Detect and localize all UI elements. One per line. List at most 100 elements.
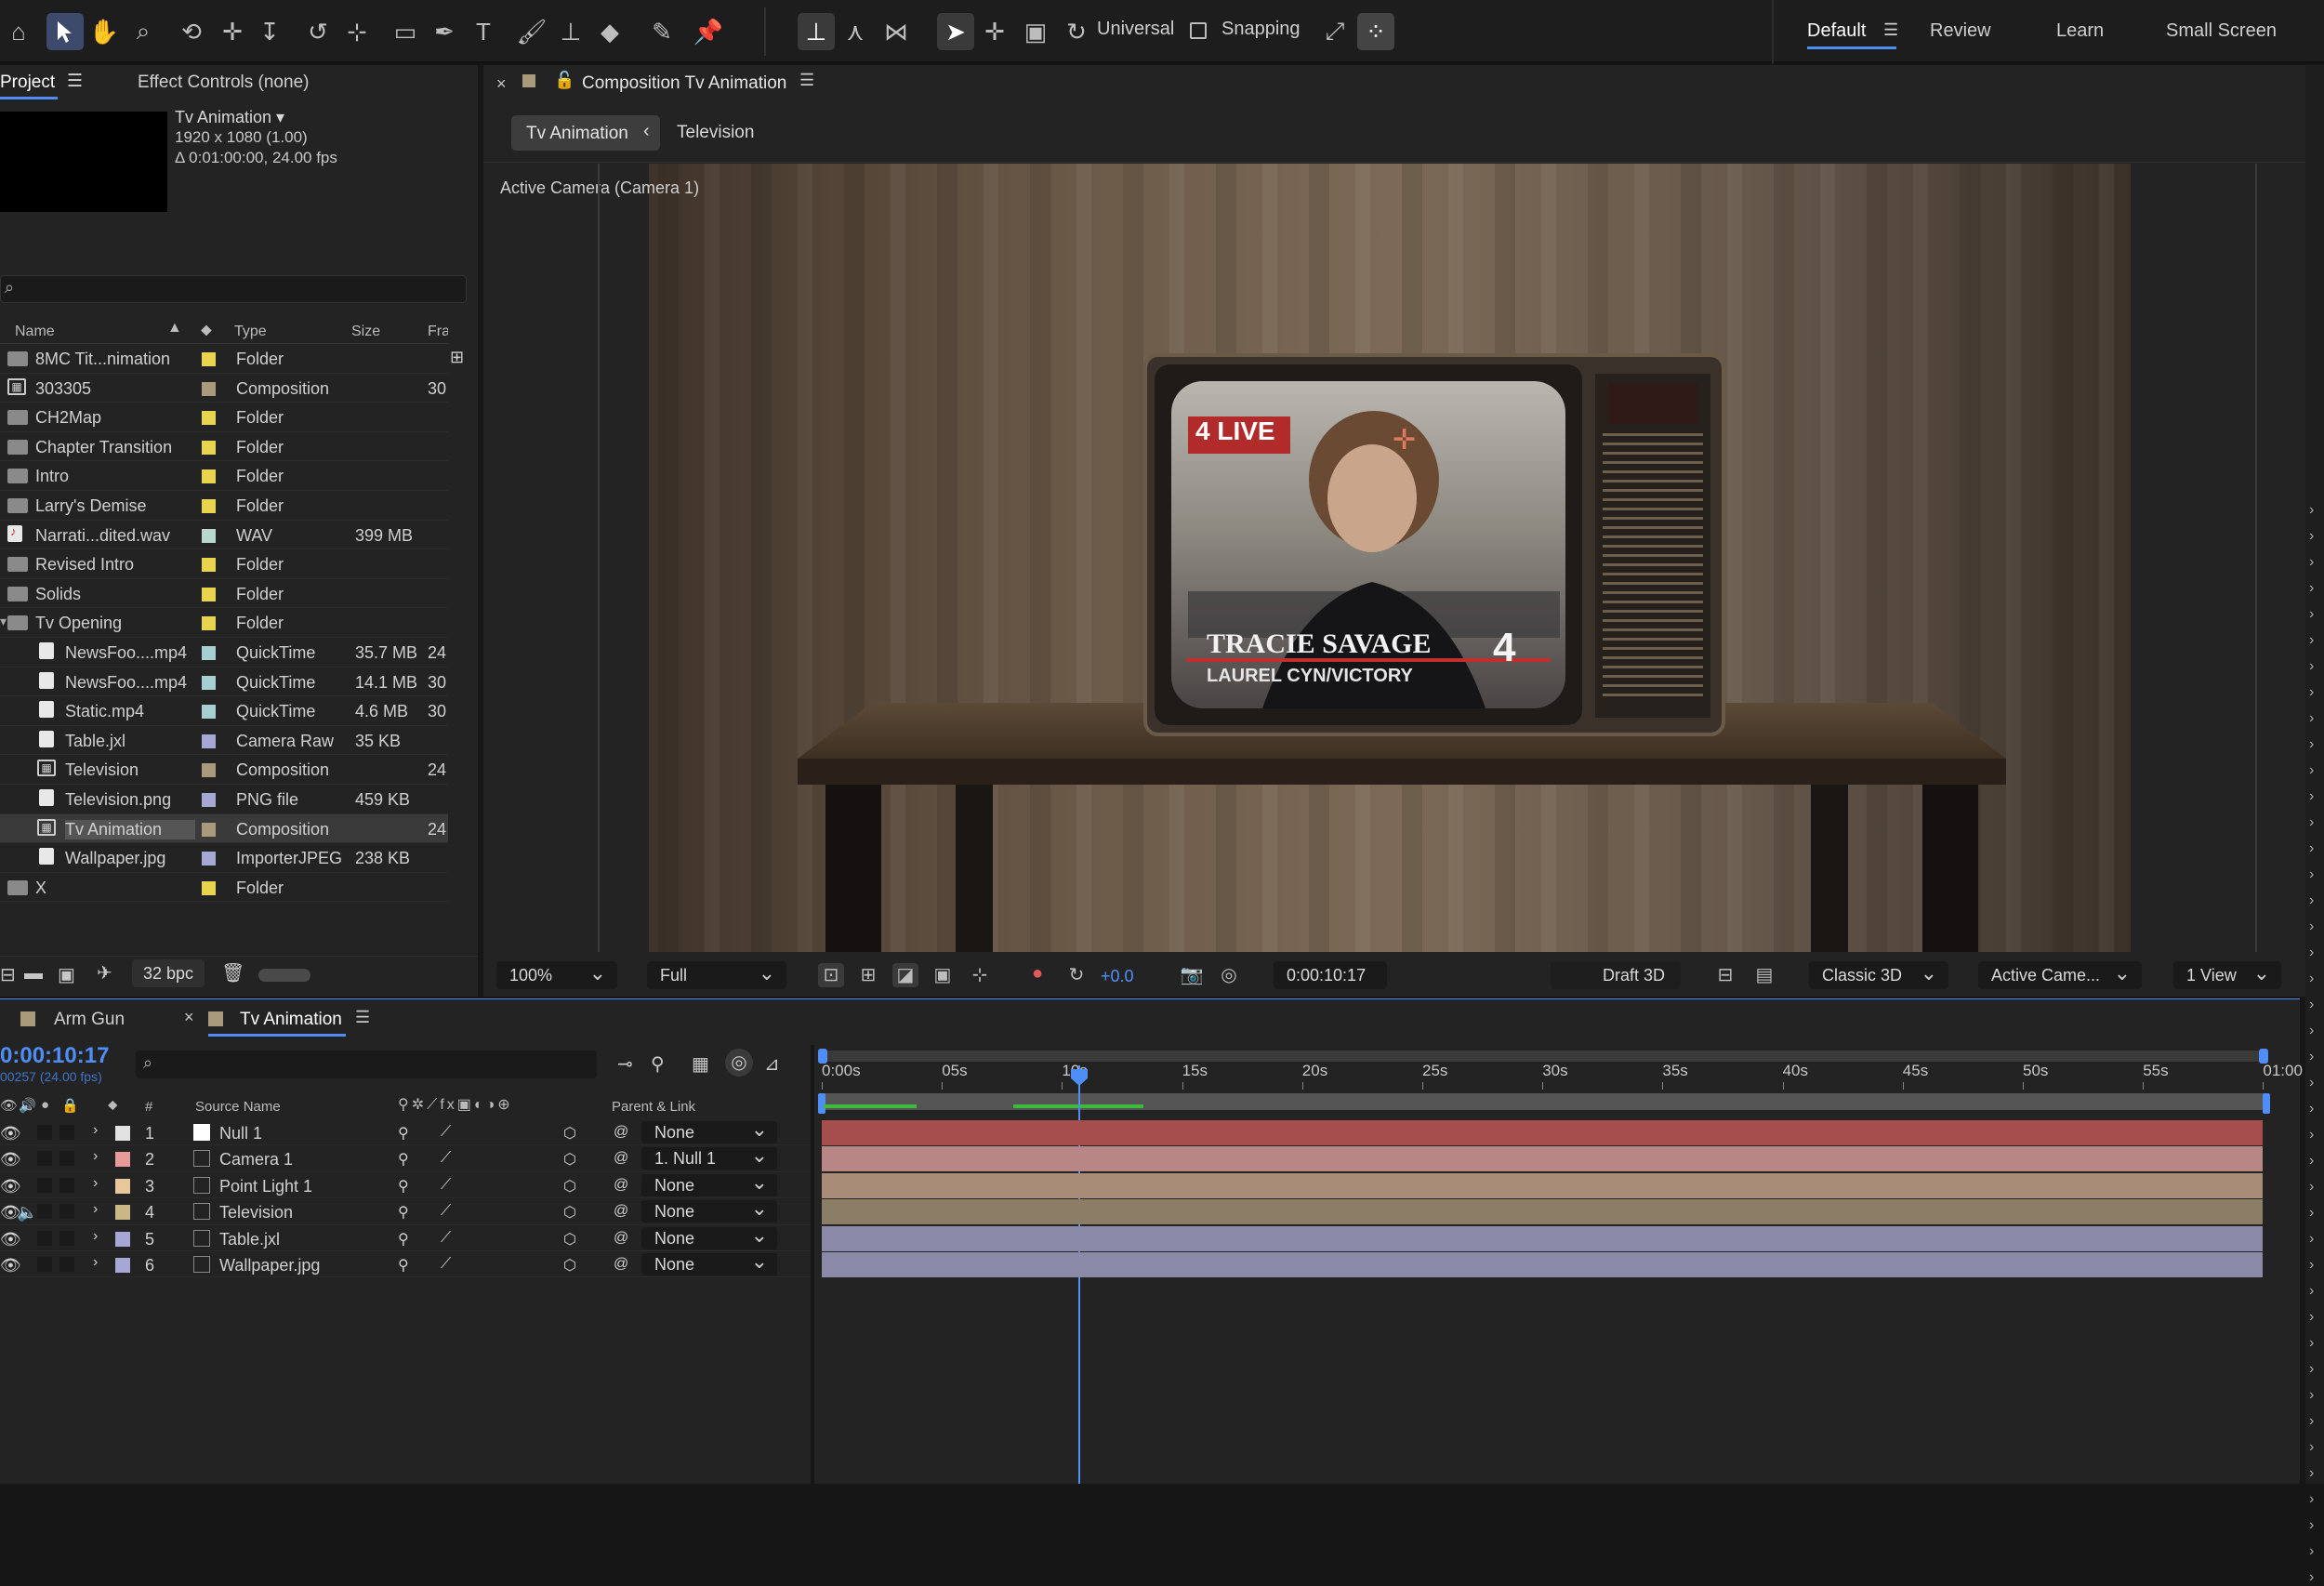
snapping-checkbox[interactable] bbox=[1190, 22, 1207, 39]
label-swatch[interactable] bbox=[202, 616, 216, 631]
snapshot-camera-icon[interactable]: 📷 bbox=[1179, 963, 1205, 987]
shy-switch-icon[interactable]: ⚲ bbox=[398, 1203, 409, 1222]
chevron-right-icon[interactable]: › bbox=[2309, 1543, 2314, 1560]
eraser-tool-icon[interactable]: ◆ bbox=[591, 13, 628, 50]
project-item[interactable]: CH2Map Folder bbox=[0, 403, 448, 432]
workspace-default[interactable]: Default bbox=[1807, 20, 1866, 42]
label-swatch[interactable] bbox=[202, 646, 216, 660]
pick-whip-icon[interactable]: @ bbox=[614, 1230, 628, 1247]
lock-box[interactable] bbox=[59, 1204, 74, 1220]
pick-whip-icon[interactable]: @ bbox=[614, 1256, 628, 1273]
lock-box[interactable] bbox=[59, 1151, 74, 1167]
chevron-right-icon[interactable]: › bbox=[2309, 1179, 2314, 1196]
expand-chevron-icon[interactable]: › bbox=[93, 1228, 98, 1245]
3d-layer-switch-icon[interactable]: ⬡ bbox=[563, 1256, 576, 1275]
chevron-right-icon[interactable]: › bbox=[2309, 1387, 2314, 1404]
show-snapshot-icon[interactable]: ◎ bbox=[1216, 963, 1242, 987]
shy-switch-icon[interactable]: ⚲ bbox=[398, 1256, 409, 1275]
shy-switch-icon[interactable]: ⚲ bbox=[398, 1150, 409, 1169]
home-icon[interactable]: ⌂ bbox=[0, 13, 37, 50]
chevron-right-icon[interactable]: › bbox=[2309, 866, 2314, 883]
chevron-right-icon[interactable]: › bbox=[2309, 1517, 2314, 1534]
label-swatch[interactable] bbox=[202, 499, 216, 513]
label-swatch[interactable] bbox=[202, 469, 216, 484]
resolution-dropdown[interactable]: Full bbox=[647, 961, 786, 989]
label-swatch[interactable] bbox=[202, 734, 216, 748]
timeline-menu-icon[interactable]: ☰ bbox=[355, 1008, 370, 1027]
local-axis-icon[interactable]: ⋏ bbox=[837, 13, 874, 50]
new-composition-icon[interactable]: ▣ bbox=[58, 963, 75, 986]
quality-switch-icon[interactable]: ⟋ bbox=[441, 1230, 451, 1247]
crumb-television[interactable]: Television bbox=[677, 123, 754, 143]
audio-speaker-icon[interactable]: 🔈 bbox=[17, 1203, 37, 1223]
col-frame-rate[interactable]: Frame R bbox=[428, 324, 448, 340]
draft-3d-button[interactable]: Draft 3D bbox=[1551, 961, 1681, 989]
lock-box[interactable] bbox=[59, 1125, 74, 1140]
collapsed-right-panel[interactable]: › › › › › › › › › › › › › › › › › › › › › › › › › › › › › › › › › › › › › › › ›… bbox=[2305, 65, 2324, 1585]
chevron-right-icon[interactable]: › bbox=[2309, 1283, 2314, 1300]
label-swatch[interactable] bbox=[202, 587, 216, 601]
lock-box[interactable] bbox=[59, 1230, 74, 1246]
layer-name[interactable]: Camera 1 bbox=[219, 1150, 293, 1170]
label-swatch[interactable] bbox=[202, 880, 216, 895]
dolly-camera-icon[interactable]: ↧ bbox=[251, 13, 288, 50]
zoom-tool-icon[interactable]: ⌕ bbox=[125, 13, 162, 50]
chevron-right-icon[interactable]: › bbox=[2309, 736, 2314, 753]
project-item[interactable]: Television.png PNG file 459 KB bbox=[0, 785, 448, 814]
3d-layer-switch-icon[interactable]: ⬡ bbox=[563, 1150, 576, 1169]
chevron-right-icon[interactable]: › bbox=[2309, 1153, 2314, 1170]
chevron-right-icon[interactable]: › bbox=[2309, 1023, 2314, 1039]
tab-effect-controls[interactable]: Effect Controls (none) bbox=[138, 73, 309, 93]
clone-stamp-icon[interactable]: ⊥ bbox=[552, 13, 589, 50]
null-anchor-crosshair-icon[interactable]: ✛ bbox=[1393, 424, 1416, 456]
chevron-right-icon[interactable]: › bbox=[2309, 502, 2314, 519]
lock-box[interactable] bbox=[59, 1177, 74, 1193]
label-swatch[interactable] bbox=[202, 352, 216, 366]
col-parent-link[interactable]: Parent & Link bbox=[612, 1099, 695, 1115]
position-gizmo-icon[interactable]: ✛ bbox=[976, 13, 1013, 50]
tab-project[interactable]: Project bbox=[0, 73, 55, 93]
project-item[interactable]: NewsFoo....mp4 QuickTime 14.1 MB 30 bbox=[0, 667, 448, 697]
shy-switch-icon[interactable]: ⚲ bbox=[398, 1124, 409, 1143]
quality-switch-icon[interactable]: ⟋ bbox=[441, 1177, 451, 1194]
quality-switch-icon[interactable]: ⟋ bbox=[441, 1150, 451, 1167]
lock-box[interactable] bbox=[59, 1257, 74, 1272]
label-swatch[interactable] bbox=[202, 763, 216, 778]
pick-whip-icon[interactable]: @ bbox=[614, 1203, 628, 1220]
layer-name[interactable]: Null 1 bbox=[219, 1124, 262, 1143]
label-column-icon[interactable]: ⬥ bbox=[201, 321, 212, 339]
pick-whip-icon[interactable]: @ bbox=[614, 1124, 628, 1141]
project-item[interactable]: ♪ Narrati...dited.wav WAV 399 MB bbox=[0, 521, 448, 550]
zoom-dropdown[interactable]: 100% bbox=[496, 961, 617, 989]
parent-dropdown[interactable]: None bbox=[641, 1117, 777, 1143]
parent-dropdown[interactable]: None bbox=[641, 1249, 777, 1275]
layer-duration-bar[interactable] bbox=[822, 1252, 2263, 1277]
project-item[interactable]: 8MC Tit...nimation Folder ⊞ bbox=[0, 344, 464, 374]
chevron-right-icon[interactable]: › bbox=[2309, 632, 2314, 649]
mask-visibility-icon[interactable]: ◪ bbox=[892, 963, 918, 987]
parent-dropdown[interactable]: None bbox=[641, 1196, 777, 1223]
visibility-eye-icon[interactable]: 👁 bbox=[0, 1150, 21, 1170]
sort-ascending-icon[interactable]: ▲ bbox=[167, 320, 182, 337]
label-swatch[interactable] bbox=[202, 793, 216, 807]
visibility-eye-icon[interactable]: 👁 bbox=[0, 1177, 21, 1196]
view-layout-dropdown[interactable]: 1 View bbox=[2173, 961, 2281, 989]
trash-icon[interactable]: 🗑 bbox=[221, 961, 244, 985]
exposure-value[interactable]: +0.0 bbox=[1101, 967, 1134, 986]
layer-row[interactable]: 👁 › 6 Wallpaper.jpg ⚲ ⟋ ⬡ @ None bbox=[0, 1249, 813, 1278]
project-item[interactable]: Solids Folder bbox=[0, 579, 448, 609]
viewer-timecode[interactable]: 0:00:10:17 bbox=[1274, 961, 1387, 989]
layer-row[interactable]: 👁 › 5 Table.jxl ⚲ ⟋ ⬡ @ None bbox=[0, 1223, 813, 1251]
layer-label-swatch[interactable] bbox=[115, 1205, 130, 1221]
chevron-right-icon[interactable]: › bbox=[2309, 1075, 2314, 1091]
expand-chevron-icon[interactable]: › bbox=[93, 1148, 98, 1165]
layer-row[interactable]: 👁 🔈 › 4 Television ⚲ ⟋ ⬡ @ None bbox=[0, 1196, 813, 1225]
tab-arm-gun[interactable]: Arm Gun bbox=[54, 1010, 125, 1030]
expand-chevron-icon[interactable]: › bbox=[93, 1254, 98, 1271]
project-menu-icon[interactable]: ☰ bbox=[67, 71, 83, 92]
chevron-right-icon[interactable]: › bbox=[2309, 840, 2314, 857]
layer-label-swatch[interactable] bbox=[115, 1178, 130, 1194]
layer-name[interactable]: Table.jxl bbox=[219, 1230, 280, 1249]
universal-label[interactable]: Universal bbox=[1097, 19, 1174, 40]
chevron-right-icon[interactable]: › bbox=[2309, 1257, 2314, 1274]
